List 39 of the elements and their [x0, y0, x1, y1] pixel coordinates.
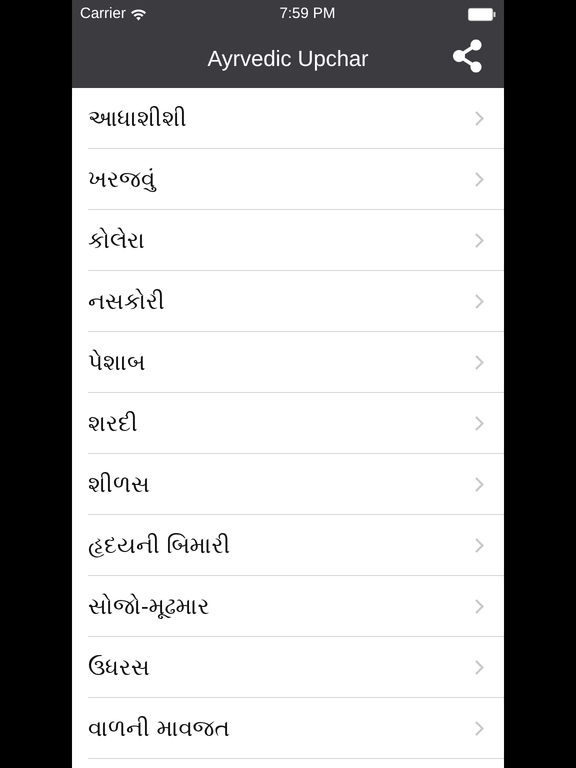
- row-label: હૃદયની બિમારી: [88, 531, 230, 560]
- chevron-icon: [475, 294, 484, 309]
- list-row[interactable]: વાળની માવજત: [72, 698, 504, 759]
- list-row[interactable]: સોજો-મૂઢમાર: [72, 576, 504, 637]
- list-row[interactable]: પેશાબ: [72, 332, 504, 393]
- row-label: નસકોરી: [88, 287, 165, 316]
- chevron-icon: [475, 477, 484, 492]
- chevron-icon: [475, 538, 484, 553]
- list-row[interactable]: હૃદયની બિમારી: [72, 515, 504, 576]
- wifi-icon: [130, 8, 147, 20]
- carrier-label: Carrier: [80, 4, 126, 24]
- row-label: ખરજવું: [88, 165, 155, 194]
- chevron-icon: [475, 721, 484, 736]
- row-label: આધાશીશી: [88, 104, 187, 134]
- nav-title: Ayrvedic Upchar: [208, 44, 368, 73]
- row-label: ઉધરસ: [88, 653, 150, 682]
- share-icon[interactable]: [452, 39, 484, 73]
- row-label: વાળની માવજત: [88, 714, 230, 744]
- battery-icon: [468, 8, 496, 20]
- chevron-icon: [475, 233, 484, 248]
- chevron-icon: [475, 599, 484, 614]
- chevron-icon: [475, 660, 484, 675]
- row-label: શીળસ: [88, 470, 150, 500]
- chevron-icon: [475, 416, 484, 431]
- row-label: સોજો-મૂઢમાર: [88, 592, 210, 622]
- chevron-icon: [475, 111, 484, 126]
- list-row[interactable]: નસકોરી: [72, 271, 504, 332]
- list-row[interactable]: શીળસ: [72, 454, 504, 515]
- chevron-icon: [475, 355, 484, 370]
- list-row[interactable]: શરદી: [72, 393, 504, 454]
- clock-time: 7:59 PM: [279, 4, 336, 24]
- list-row[interactable]: ઉધરસ: [72, 637, 504, 698]
- list-row[interactable]: ખરજવું: [72, 149, 504, 210]
- row-label: શરદી: [88, 409, 138, 438]
- row-label: પેશાબ: [88, 348, 145, 378]
- chevron-icon: [475, 172, 484, 187]
- list-row[interactable]: આધાશીશી: [72, 88, 504, 149]
- row-label: કોલેરા: [88, 226, 145, 256]
- list-row[interactable]: કોલેરા: [72, 210, 504, 271]
